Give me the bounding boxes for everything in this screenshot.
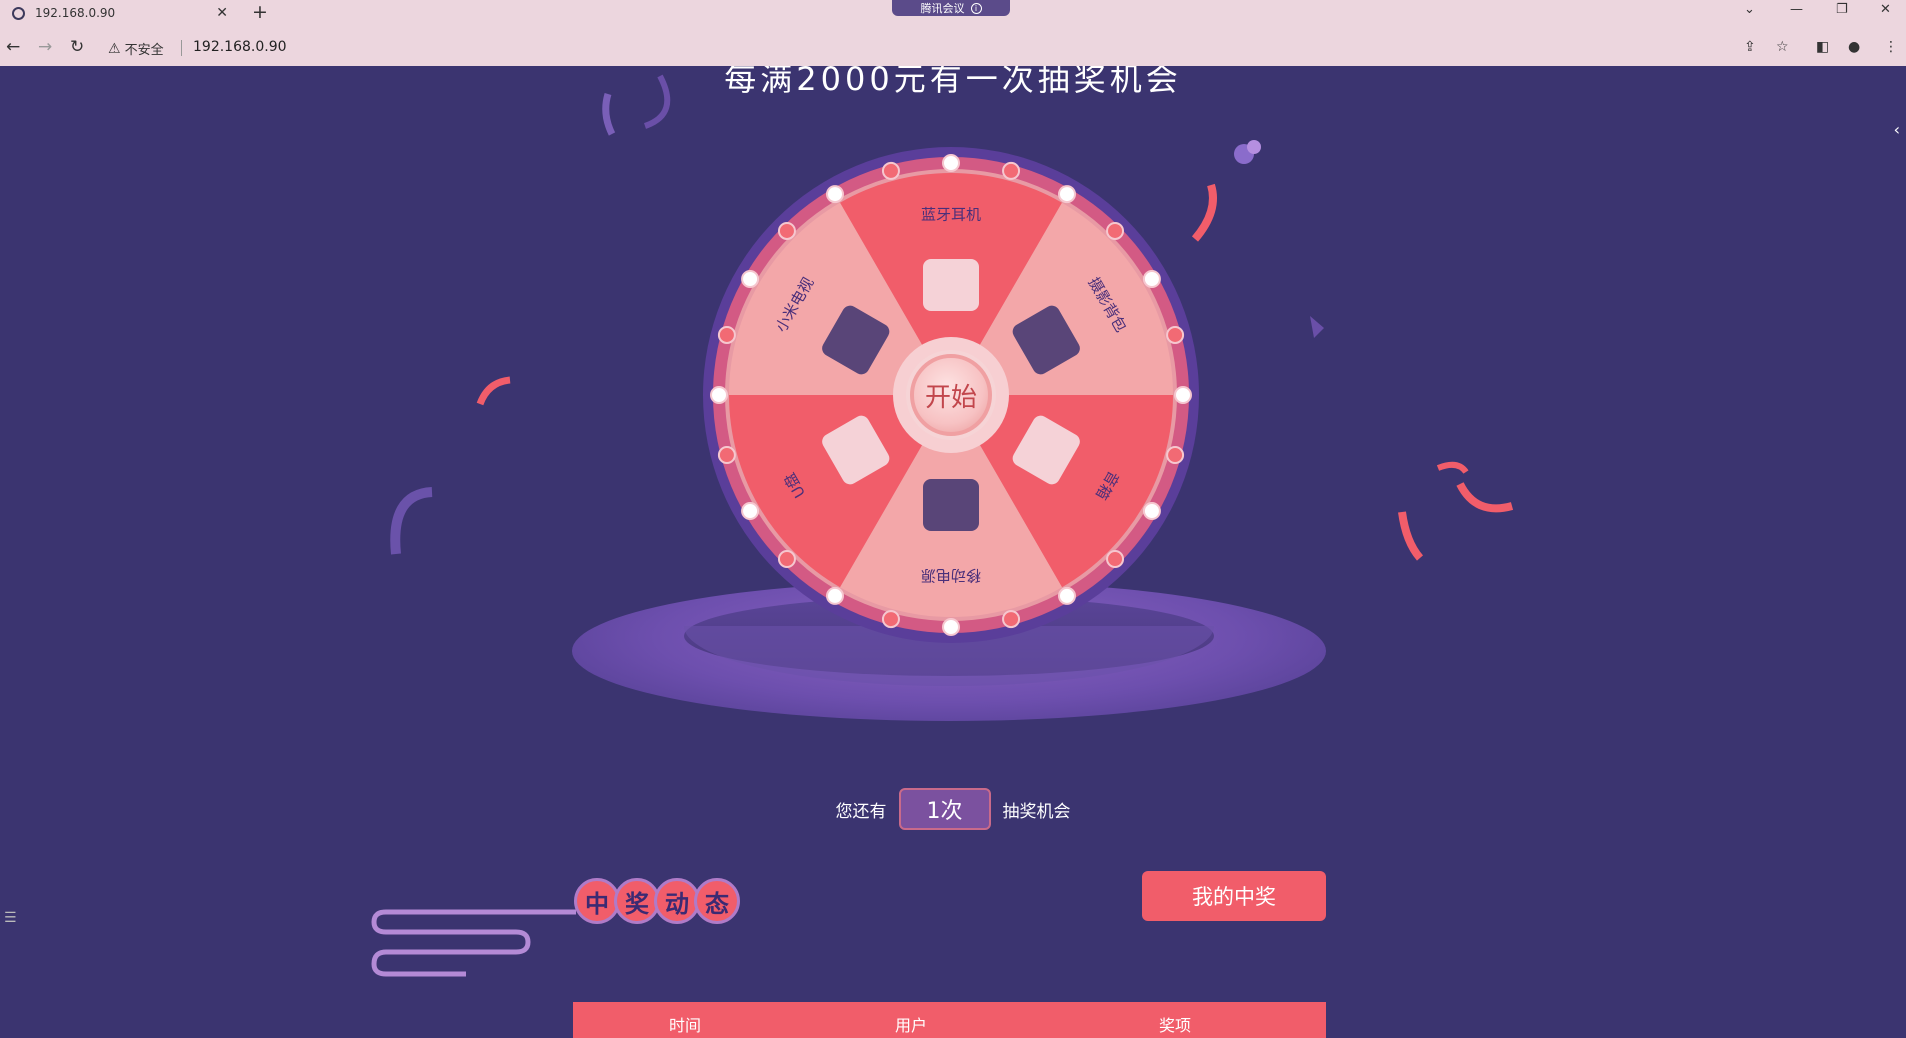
forward-icon[interactable]: →	[38, 37, 52, 57]
decorative-lines	[371, 909, 576, 977]
profile-icon[interactable]: ●	[1848, 39, 1860, 55]
prize-label: 蓝牙耳机	[921, 206, 981, 224]
wheel-light	[741, 270, 760, 288]
winners-table-header: 时间 用户 奖项	[573, 1002, 1326, 1038]
prize-label: 移动电源	[921, 567, 981, 585]
security-indicator[interactable]: ⚠ 不安全	[108, 39, 164, 59]
meeting-label: 腾讯会议	[920, 2, 965, 15]
restore-icon[interactable]: ❐	[1836, 2, 1848, 17]
minimize-icon[interactable]: —	[1790, 2, 1803, 17]
confetti-piece	[1310, 316, 1324, 338]
wheel-light	[1174, 386, 1192, 404]
wheel-light	[1142, 502, 1161, 520]
wheel-light	[717, 446, 736, 465]
reload-icon[interactable]: ↻	[70, 37, 84, 57]
confetti-ribbon	[602, 74, 671, 136]
browser-tab[interactable]: 192.168.0.90 ✕	[4, 0, 236, 26]
confetti-arc	[390, 487, 433, 555]
wheel-light	[1002, 610, 1021, 629]
share-icon[interactable]: ⇪	[1744, 39, 1756, 55]
column-header-time[interactable]: 时间	[669, 1012, 701, 1036]
wheel-light	[717, 325, 736, 344]
my-prize-button[interactable]: 我的中奖	[1142, 871, 1326, 921]
info-icon: i	[970, 2, 982, 14]
tab-search-icon[interactable]: ⌄	[1744, 2, 1755, 17]
globe-icon	[12, 6, 25, 20]
wheel-light	[1106, 221, 1125, 240]
wheel-light	[1166, 446, 1185, 465]
column-header-user[interactable]: 用户	[895, 1012, 927, 1036]
wheel-light	[1002, 161, 1021, 180]
browser-chrome: 192.168.0.90 ✕ + 腾讯会议 i ⌄ — ❐ ✕ ← → ↻ ⚠ …	[0, 0, 1906, 66]
toolbar: ← → ↻ ⚠ 不安全 192.168.0.90 ⇪ ☆ ◧ ● ⋮	[0, 34, 1906, 62]
confetti-ribbon-right	[1398, 461, 1514, 561]
security-label: 不安全	[124, 43, 164, 58]
wheel-light	[1166, 325, 1185, 344]
new-tab-button[interactable]: +	[252, 1, 268, 23]
close-tab-icon[interactable]: ✕	[216, 5, 228, 21]
wheel-light	[1058, 586, 1076, 605]
wheel-light	[826, 185, 844, 204]
start-button[interactable]: 开始	[910, 354, 992, 436]
meeting-indicator[interactable]: 腾讯会议 i	[892, 0, 1010, 16]
page-title: 每满2000元有一次抽奖机会	[724, 66, 1182, 98]
address-bar[interactable]: 192.168.0.90	[193, 39, 287, 55]
prize-image	[923, 479, 979, 531]
wheel-light	[1142, 270, 1161, 288]
sidepanel-icon[interactable]: ◧	[1816, 39, 1829, 55]
close-window-icon[interactable]: ✕	[1880, 2, 1891, 17]
wheel-light	[942, 618, 960, 636]
tab-title: 192.168.0.90	[35, 6, 116, 20]
wheel-light	[777, 221, 796, 240]
winners-news-title: 中 奖 动 态	[574, 878, 740, 924]
url-divider	[181, 40, 182, 56]
prize-wheel[interactable]: 蓝牙耳机 摄影背包 音箱 移动电源 U盘 小米电视 开始	[698, 142, 1204, 648]
chances-count: 1次	[898, 788, 991, 830]
wheel-light	[710, 386, 728, 404]
wheel-light	[1058, 185, 1076, 204]
chances-row: 您还有 1次 抽奖机会	[0, 788, 1906, 830]
wheel-light	[942, 154, 960, 172]
warning-icon: ⚠	[108, 40, 121, 57]
wheel-light	[741, 502, 760, 520]
confetti-piece-red	[476, 376, 511, 406]
chances-suffix: 抽奖机会	[1002, 801, 1071, 822]
chevron-left-icon[interactable]: ‹	[1894, 120, 1900, 139]
wheel-light	[881, 610, 900, 629]
news-title-char: 态	[694, 878, 740, 924]
column-header-prize[interactable]: 奖项	[1159, 1012, 1191, 1036]
tab-strip: 192.168.0.90 ✕ + 腾讯会议 i ⌄ — ❐ ✕	[0, 0, 1906, 26]
star-icon[interactable]: ☆	[1776, 39, 1789, 55]
wheel-light	[1106, 550, 1125, 569]
wheel-light	[881, 161, 900, 180]
back-icon[interactable]: ←	[6, 37, 20, 57]
wheel-light	[777, 550, 796, 569]
menu-icon[interactable]: ⋮	[1884, 39, 1898, 55]
list-icon[interactable]: ☰	[4, 910, 17, 926]
chances-prefix: 您还有	[835, 801, 887, 822]
prize-image	[923, 259, 979, 311]
wheel-light	[826, 586, 844, 605]
confetti-bubble	[1234, 140, 1261, 164]
lottery-page: 每满2000元有一次抽奖机会 ‹ ☰ 蓝牙耳机 摄影背包 音箱 移动电源 U盘 …	[0, 66, 1906, 1038]
